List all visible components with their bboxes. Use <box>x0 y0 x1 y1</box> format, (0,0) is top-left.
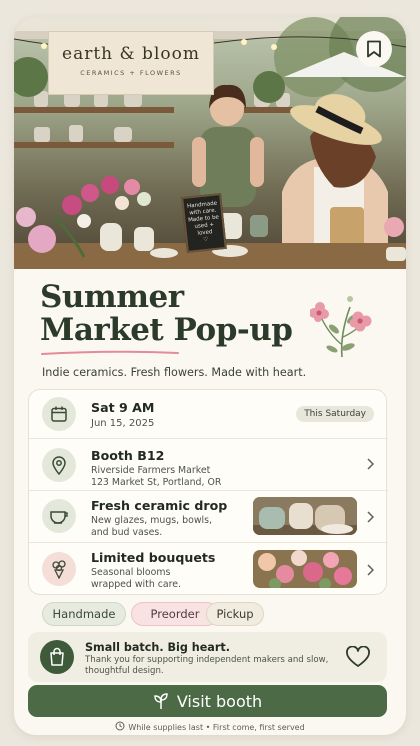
title-underline <box>41 350 179 355</box>
note-body: Thank you for supporting independent mak… <box>85 655 329 676</box>
footer-note: While supplies last • First come, first … <box>14 721 406 732</box>
chip-handmade[interactable]: Handmade <box>42 602 126 626</box>
date-subtitle: Jun 15, 2025 <box>91 418 155 429</box>
bouquet-icon-circle <box>42 552 76 586</box>
map-pin-icon-circle <box>42 448 76 482</box>
bouquets-title: Limited bouquets <box>91 550 216 565</box>
bookmark-button[interactable] <box>356 31 392 67</box>
tagline: Indie ceramics. Fresh flowers. Made with… <box>42 366 307 379</box>
chalkboard-sign: Handmade with care. Made to be used + lo… <box>181 193 227 253</box>
chevron-right-icon <box>367 458 374 470</box>
status-badge: This Saturday <box>296 406 374 422</box>
calendar-icon-circle <box>42 397 76 431</box>
visit-booth-label: Visit booth <box>176 691 263 711</box>
booth-address: Riverside Farmers Market 123 Market St, … <box>91 465 221 489</box>
list-item-ceramics[interactable]: Fresh ceramic drop New glazes, mugs, bow… <box>29 490 388 542</box>
shopping-bag-icon <box>50 647 64 666</box>
flower-illustration-icon <box>310 296 372 358</box>
calendar-icon <box>51 406 67 422</box>
event-card: earth & bloom CERAMICS + FLOWERS Handmad… <box>14 17 406 735</box>
shop-sign-subtitle: CERAMICS + FLOWERS <box>80 69 182 77</box>
thank-you-note: Small batch. Big heart. Thank you for su… <box>28 632 387 682</box>
chevron-right-icon <box>367 511 374 523</box>
list-item-bouquets[interactable]: Limited bouquets Seasonal blooms wrapped… <box>29 542 388 596</box>
shop-sign-title: earth & bloom <box>62 44 200 64</box>
hero-image: earth & bloom CERAMICS + FLOWERS Handmad… <box>14 17 406 269</box>
note-title: Small batch. Big heart. <box>85 641 230 654</box>
list-item-date: Sat 9 AM Jun 15, 2025 This Saturday <box>29 390 388 438</box>
footer-text: While supplies last • First come, first … <box>128 723 305 732</box>
ceramics-line-2: and bud vases. <box>91 527 163 538</box>
ceramics-line-1: New glazes, mugs, bowls, <box>91 515 212 526</box>
ceramics-description: New glazes, mugs, bowls, and bud vases. <box>91 515 212 539</box>
heart-icon[interactable] <box>345 646 371 668</box>
sprout-icon <box>154 693 168 709</box>
map-pin-icon <box>52 455 66 475</box>
clock-icon <box>115 721 125 731</box>
market-name: Riverside Farmers Market <box>91 465 211 476</box>
bouquets-line-2: wrapped with care. <box>91 579 182 590</box>
ceramics-thumbnail <box>253 497 357 535</box>
bouquets-line-1: Seasonal blooms <box>91 567 171 578</box>
details-list: Sat 9 AM Jun 15, 2025 This Saturday Boot… <box>28 389 388 596</box>
list-item-location[interactable]: Booth B12 Riverside Farmers Market 123 M… <box>29 438 388 490</box>
ceramics-title: Fresh ceramic drop <box>91 498 228 513</box>
page-title: Summer Market Pop-up <box>40 279 293 348</box>
ceramics-thumbnail-image <box>253 497 357 535</box>
chip-pickup[interactable]: Pickup <box>206 602 264 626</box>
shopping-bag-icon-circle <box>40 640 74 674</box>
bookmark-icon <box>367 40 381 58</box>
booth-title: Booth B12 <box>91 448 165 463</box>
title-line-2: Market Pop-up <box>40 312 293 348</box>
bouquets-thumbnail-image <box>253 550 357 588</box>
visit-booth-button[interactable]: Visit booth <box>28 685 387 717</box>
chevron-right-icon <box>367 564 374 576</box>
bowl-icon <box>50 511 68 524</box>
bouquets-thumbnail <box>253 550 357 588</box>
date-title: Sat 9 AM <box>91 400 155 415</box>
bouquets-description: Seasonal blooms wrapped with care. <box>91 567 181 591</box>
bowl-icon-circle <box>42 499 76 533</box>
title-line-1: Summer <box>40 279 184 315</box>
street-address: 123 Market St, Portland, OR <box>91 477 222 488</box>
bouquet-icon <box>52 560 66 579</box>
shop-sign: earth & bloom CERAMICS + FLOWERS <box>48 31 214 95</box>
